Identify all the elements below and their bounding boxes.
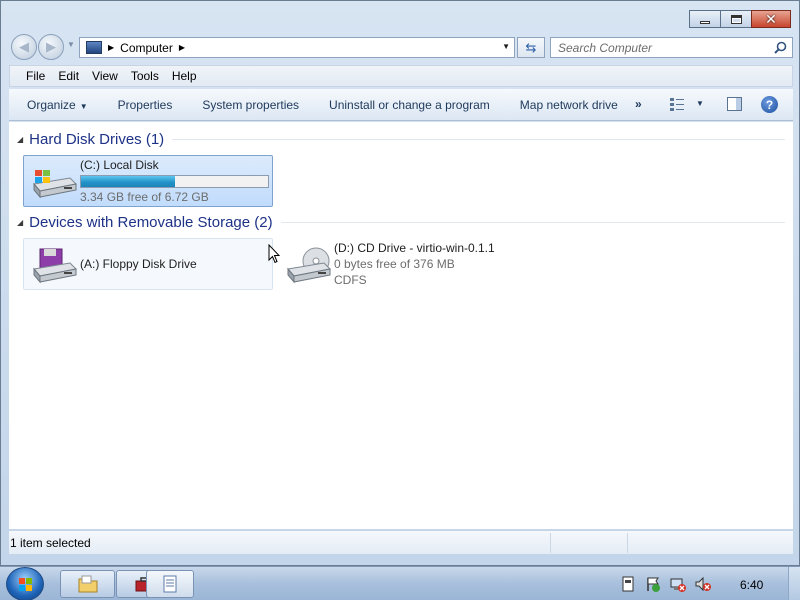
back-arrow-icon: ◀ (19, 39, 29, 54)
preview-pane-icon[interactable] (727, 97, 742, 111)
status-bar: 1 item selected (9, 530, 793, 554)
clock[interactable]: 6:40 (740, 578, 763, 592)
chevron-down-icon: ▼ (79, 101, 88, 111)
address-bar[interactable]: ▶ Computer ▶ ▼ (79, 37, 515, 58)
map-network-drive-button[interactable]: Map network drive (520, 98, 618, 112)
drive-tile-c[interactable]: (C:) Local Disk 3.34 GB free of 6.72 GB (23, 155, 273, 207)
breadcrumb-arrow-icon[interactable]: ▶ (108, 43, 114, 52)
computer-icon (86, 41, 102, 54)
menu-help[interactable]: Help (172, 69, 197, 83)
drive-tile-a[interactable]: (A:) Floppy Disk Drive (23, 238, 273, 290)
content-pane: ◢ Hard Disk Drives (1) (C:) Local Disk 3… (9, 122, 793, 529)
status-text: 1 item selected (10, 536, 91, 550)
refresh-button[interactable]: ⇆ (517, 37, 545, 58)
minimize-icon (700, 20, 710, 24)
address-dropdown-icon[interactable]: ▼ (502, 42, 510, 51)
hard-disk-windows-icon (33, 170, 78, 199)
status-divider (550, 533, 551, 553)
close-button[interactable]: ✕ (751, 10, 791, 28)
change-view-icon[interactable] (670, 97, 684, 111)
search-box[interactable] (550, 37, 793, 58)
taskbar-explorer-button[interactable] (60, 570, 115, 598)
help-icon[interactable]: ? (761, 96, 778, 113)
menu-file[interactable]: File (26, 69, 45, 83)
system-tray (620, 576, 720, 592)
maximize-button[interactable] (720, 10, 752, 28)
drive-tile-d[interactable]: (D:) CD Drive - virtio-win-0.1.1 0 bytes… (277, 238, 527, 290)
search-icon[interactable] (774, 41, 787, 54)
menu-tools[interactable]: Tools (131, 69, 159, 83)
navigation-bar: ◀ ▶ ▼ ▶ Computer ▶ ▼ ⇆ (9, 34, 793, 60)
network-error-icon[interactable] (670, 576, 686, 592)
menu-view[interactable]: View (92, 69, 118, 83)
cd-drive-icon (287, 247, 332, 284)
taskbar-document-button[interactable] (146, 570, 194, 598)
document-icon (163, 575, 177, 593)
close-icon: ✕ (765, 11, 777, 27)
drive-name: (C:) Local Disk (80, 158, 159, 172)
floppy-drive-icon (33, 248, 78, 284)
views-dropdown-icon[interactable]: ▼ (696, 99, 704, 108)
explorer-window: ✕ ◀ ▶ ▼ ▶ Computer ▶ ▼ ⇆ File Edit View … (0, 0, 800, 566)
group-divider (280, 221, 785, 223)
maximize-icon (730, 14, 742, 24)
breadcrumb-arrow-icon[interactable]: ▶ (179, 43, 185, 52)
volume-muted-icon[interactable] (695, 576, 711, 592)
collapse-triangle-icon[interactable]: ◢ (17, 218, 23, 227)
forward-arrow-icon: ▶ (46, 39, 56, 54)
recent-pages-dropdown[interactable]: ▼ (67, 40, 75, 49)
action-center-flag-icon[interactable] (645, 576, 661, 592)
more-commands-button[interactable]: » (635, 97, 642, 111)
system-properties-button[interactable]: System properties (202, 98, 299, 112)
menu-bar: File Edit View Tools Help (9, 65, 793, 87)
show-desktop-button[interactable] (788, 567, 800, 600)
drive-free-space: 3.34 GB free of 6.72 GB (80, 190, 209, 204)
back-button[interactable]: ◀ (11, 34, 37, 60)
menu-edit[interactable]: Edit (58, 69, 79, 83)
drive-name: (D:) CD Drive - virtio-win-0.1.1 (334, 241, 495, 255)
group-header-hard-disks[interactable]: ◢ Hard Disk Drives (1) (9, 129, 785, 149)
organize-label: Organize (27, 97, 76, 112)
breadcrumb-computer[interactable]: Computer (120, 41, 173, 55)
forward-button[interactable]: ▶ (38, 34, 64, 60)
taskbar: 6:40 (0, 566, 800, 600)
caption-buttons: ✕ (689, 10, 791, 28)
start-button[interactable] (6, 567, 44, 600)
drive-file-system: CDFS (334, 273, 367, 287)
group-header-removable[interactable]: ◢ Devices with Removable Storage (2) (9, 212, 785, 232)
properties-button[interactable]: Properties (118, 98, 173, 112)
group-title: Devices with Removable Storage (2) (29, 213, 273, 231)
windows-logo-icon (19, 578, 32, 591)
command-bar: Organize ▼ Properties System properties U… (9, 89, 793, 121)
group-title: Hard Disk Drives (1) (29, 130, 165, 148)
drive-usage-fill (81, 176, 176, 187)
minimize-button[interactable] (689, 10, 721, 28)
group-divider (172, 138, 785, 140)
refresh-icon: ⇆ (525, 39, 537, 55)
organize-button[interactable]: Organize ▼ (27, 98, 88, 112)
network-device-icon[interactable] (620, 576, 636, 592)
drive-name: (A:) Floppy Disk Drive (80, 257, 197, 271)
drive-usage-bar (80, 175, 269, 188)
explorer-folder-icon (78, 575, 97, 593)
collapse-triangle-icon[interactable]: ◢ (17, 135, 23, 144)
drive-free-space: 0 bytes free of 376 MB (334, 257, 455, 271)
search-input[interactable] (558, 40, 758, 55)
uninstall-program-button[interactable]: Uninstall or change a program (329, 98, 490, 112)
mouse-cursor-icon (268, 244, 280, 264)
status-divider (627, 533, 628, 553)
